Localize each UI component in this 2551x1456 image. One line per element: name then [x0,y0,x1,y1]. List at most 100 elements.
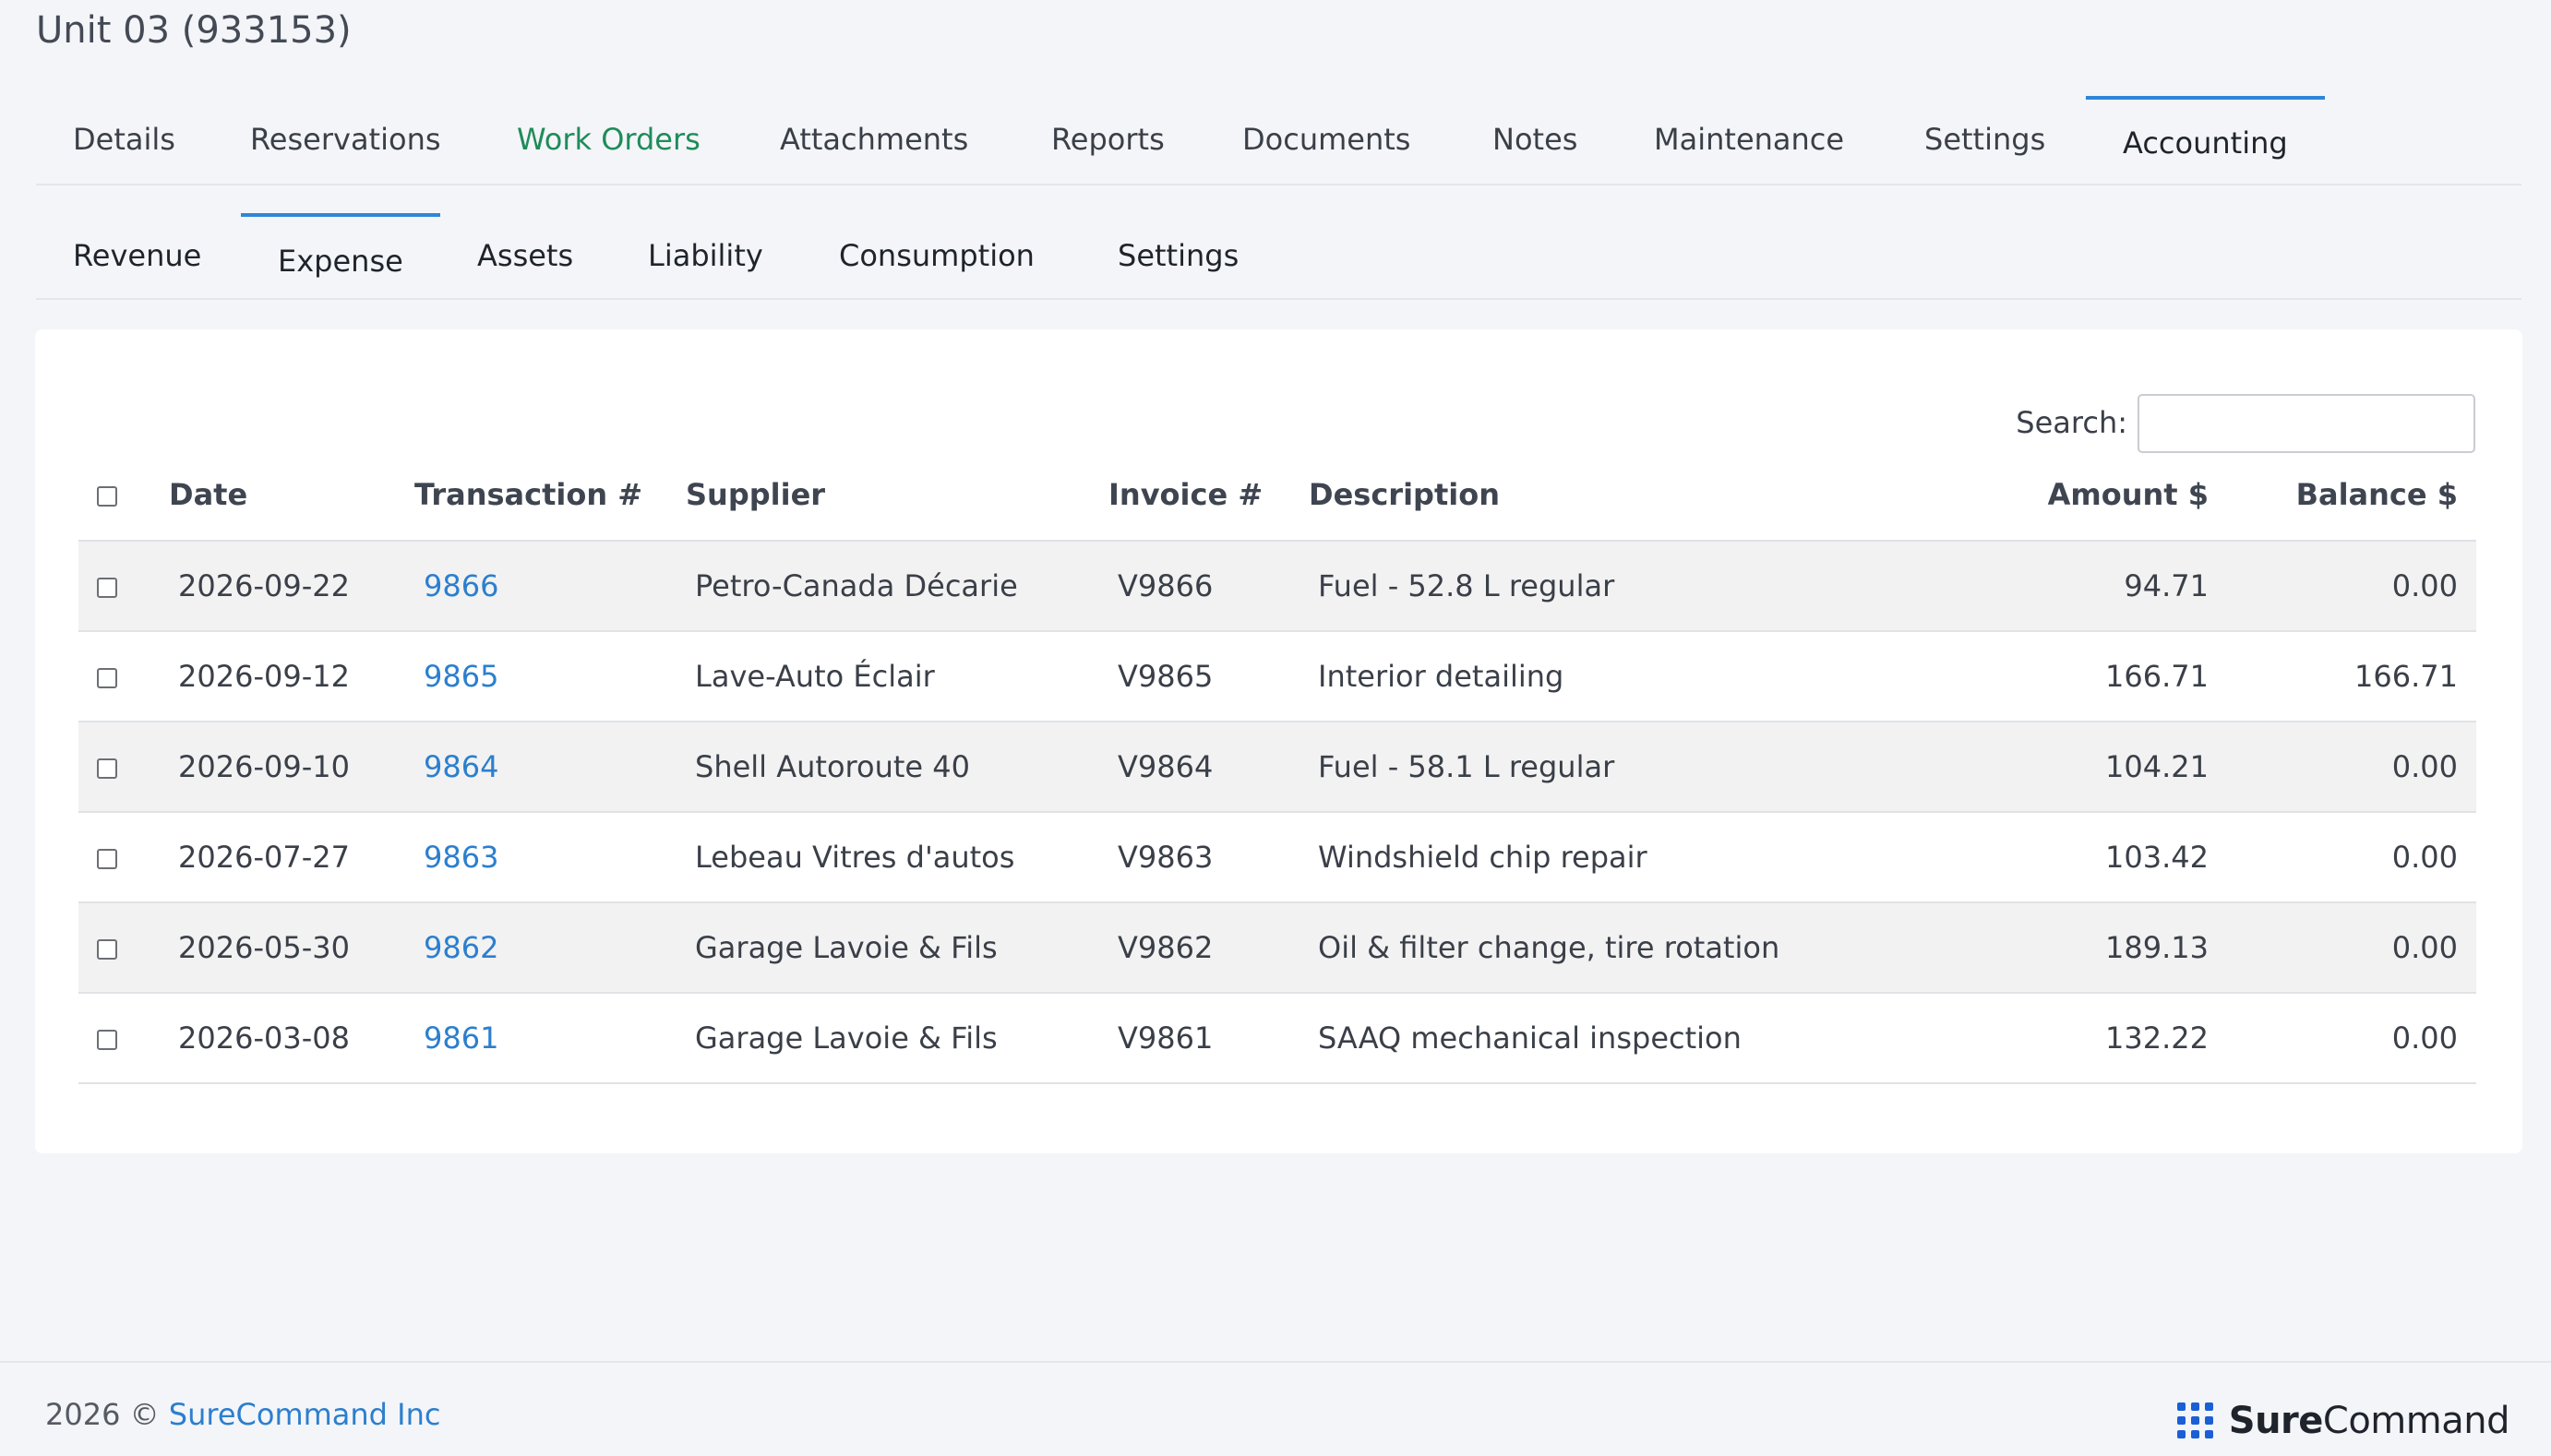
tab-accounting[interactable]: Accounting [2086,96,2325,184]
row-select-cell [78,812,169,903]
cell-transaction: 9865 [414,631,686,722]
cell-invoice: V9866 [1108,541,1309,632]
cell-amount: 166.71 [1969,631,2209,722]
table-row: 2026-09-12 9865 Lave-Auto Éclair V9865 I… [78,631,2476,722]
table-row: 2026-03-08 9861 Garage Lavoie & Fils V98… [78,993,2476,1084]
column-header-amount[interactable]: Amount $ [1969,449,2209,542]
column-header-transaction[interactable]: Transaction # [414,449,686,542]
cell-transaction: 9861 [414,993,686,1084]
table-row: 2026-09-10 9864 Shell Autoroute 40 V9864… [78,722,2476,813]
row-select-cell [78,993,169,1084]
cell-supplier: Lave-Auto Éclair [686,631,1108,722]
cell-transaction: 9862 [414,902,686,994]
cell-amount: 94.71 [1969,541,2209,632]
tab-reports[interactable]: Reports [1051,96,1165,184]
cell-date: 2026-09-12 [169,631,414,722]
row-select-cell [78,541,169,632]
cell-supplier: Lebeau Vitres d'autos [686,812,1108,903]
page: Unit 03 (933153) Details Reservations Wo… [0,0,2551,1361]
cell-date: 2026-07-27 [169,812,414,903]
row-checkbox[interactable] [97,578,117,598]
tab-notes[interactable]: Notes [1492,96,1577,184]
transaction-link[interactable]: 9866 [424,568,498,603]
tab-settings[interactable]: Settings [1924,96,2045,184]
brand-name: SureCommand [2228,1400,2510,1442]
row-checkbox[interactable] [97,758,117,779]
cell-invoice: V9865 [1108,631,1309,722]
main-tabs: Details Reservations Work Orders Attachm… [36,96,2521,185]
column-header-supplier[interactable]: Supplier [686,449,1108,542]
transaction-link[interactable]: 9864 [424,749,498,784]
grid-dots-icon [2176,1402,2213,1438]
row-checkbox[interactable] [97,849,117,869]
cell-transaction: 9864 [414,722,686,813]
search-input[interactable] [2138,394,2475,453]
table-header-row: Date Transaction # Supplier Invoice # De… [78,449,2476,542]
cell-balance: 0.00 [2209,541,2476,632]
column-header-description[interactable]: Description [1309,449,1969,542]
column-header-date[interactable]: Date [169,449,414,542]
cell-invoice: V9862 [1108,902,1309,994]
transaction-link[interactable]: 9865 [424,659,498,694]
cell-balance: 0.00 [2209,902,2476,994]
row-checkbox[interactable] [97,939,117,960]
brand-name-light: Command [2322,1400,2510,1442]
subtab-expense[interactable]: Expense [241,213,440,298]
subtab-settings[interactable]: Settings [1118,213,1239,298]
cell-amount: 132.22 [1969,993,2209,1084]
column-header-invoice[interactable]: Invoice # [1108,449,1309,542]
table-row: 2026-05-30 9862 Garage Lavoie & Fils V98… [78,902,2476,994]
row-select-cell [78,722,169,813]
brand-name-bold: Sure [2228,1400,2324,1442]
cell-supplier: Petro-Canada Décarie [686,541,1108,632]
cell-date: 2026-03-08 [169,993,414,1084]
tab-reservations[interactable]: Reservations [250,96,441,184]
row-checkbox[interactable] [97,1030,117,1050]
cell-invoice: V9864 [1108,722,1309,813]
cell-description: SAAQ mechanical inspection [1309,993,1969,1084]
subtab-assets[interactable]: Assets [477,213,573,298]
tab-documents[interactable]: Documents [1242,96,1410,184]
cell-amount: 103.42 [1969,812,2209,903]
brand-logo: SureCommand [2176,1400,2510,1442]
cell-transaction: 9866 [414,541,686,632]
cell-date: 2026-09-10 [169,722,414,813]
tab-work-orders[interactable]: Work Orders [517,96,701,184]
cell-description: Fuel - 58.1 L regular [1309,722,1969,813]
cell-description: Fuel - 52.8 L regular [1309,541,1969,632]
cell-date: 2026-09-22 [169,541,414,632]
cell-balance: 0.00 [2209,722,2476,813]
cell-description: Windshield chip repair [1309,812,1969,903]
table-row: 2026-09-22 9866 Petro-Canada Décarie V98… [78,541,2476,632]
expense-card: Search: Date Transaction # Supplier Invo… [35,329,2522,1153]
transaction-link[interactable]: 9862 [424,930,498,965]
transaction-link[interactable]: 9863 [424,840,498,875]
cell-description: Interior detailing [1309,631,1969,722]
row-checkbox[interactable] [97,668,117,688]
accounting-subtabs: Revenue Expense Assets Liability Consump… [36,213,2521,300]
row-select-cell [78,902,169,994]
cell-transaction: 9863 [414,812,686,903]
cell-date: 2026-05-30 [169,902,414,994]
row-select-cell [78,631,169,722]
select-all-cell [78,449,169,542]
tab-details[interactable]: Details [73,96,175,184]
select-all-checkbox[interactable] [97,486,117,507]
subtab-revenue[interactable]: Revenue [73,213,201,298]
copyright: 2026 © SureCommand Inc [45,1397,440,1432]
cell-balance: 166.71 [2209,631,2476,722]
cell-balance: 0.00 [2209,993,2476,1084]
footer: 2026 © SureCommand Inc SureCommand [0,1361,2551,1456]
subtab-liability[interactable]: Liability [648,213,763,298]
cell-supplier: Garage Lavoie & Fils [686,993,1108,1084]
subtab-consumption[interactable]: Consumption [839,213,1035,298]
tab-attachments[interactable]: Attachments [780,96,968,184]
column-header-balance[interactable]: Balance $ [2209,449,2476,542]
table-row: 2026-07-27 9863 Lebeau Vitres d'autos V9… [78,812,2476,903]
company-link[interactable]: SureCommand Inc [169,1397,441,1432]
cell-amount: 189.13 [1969,902,2209,994]
transaction-link[interactable]: 9861 [424,1020,498,1056]
cell-invoice: V9863 [1108,812,1309,903]
cell-supplier: Garage Lavoie & Fils [686,902,1108,994]
tab-maintenance[interactable]: Maintenance [1654,96,1844,184]
